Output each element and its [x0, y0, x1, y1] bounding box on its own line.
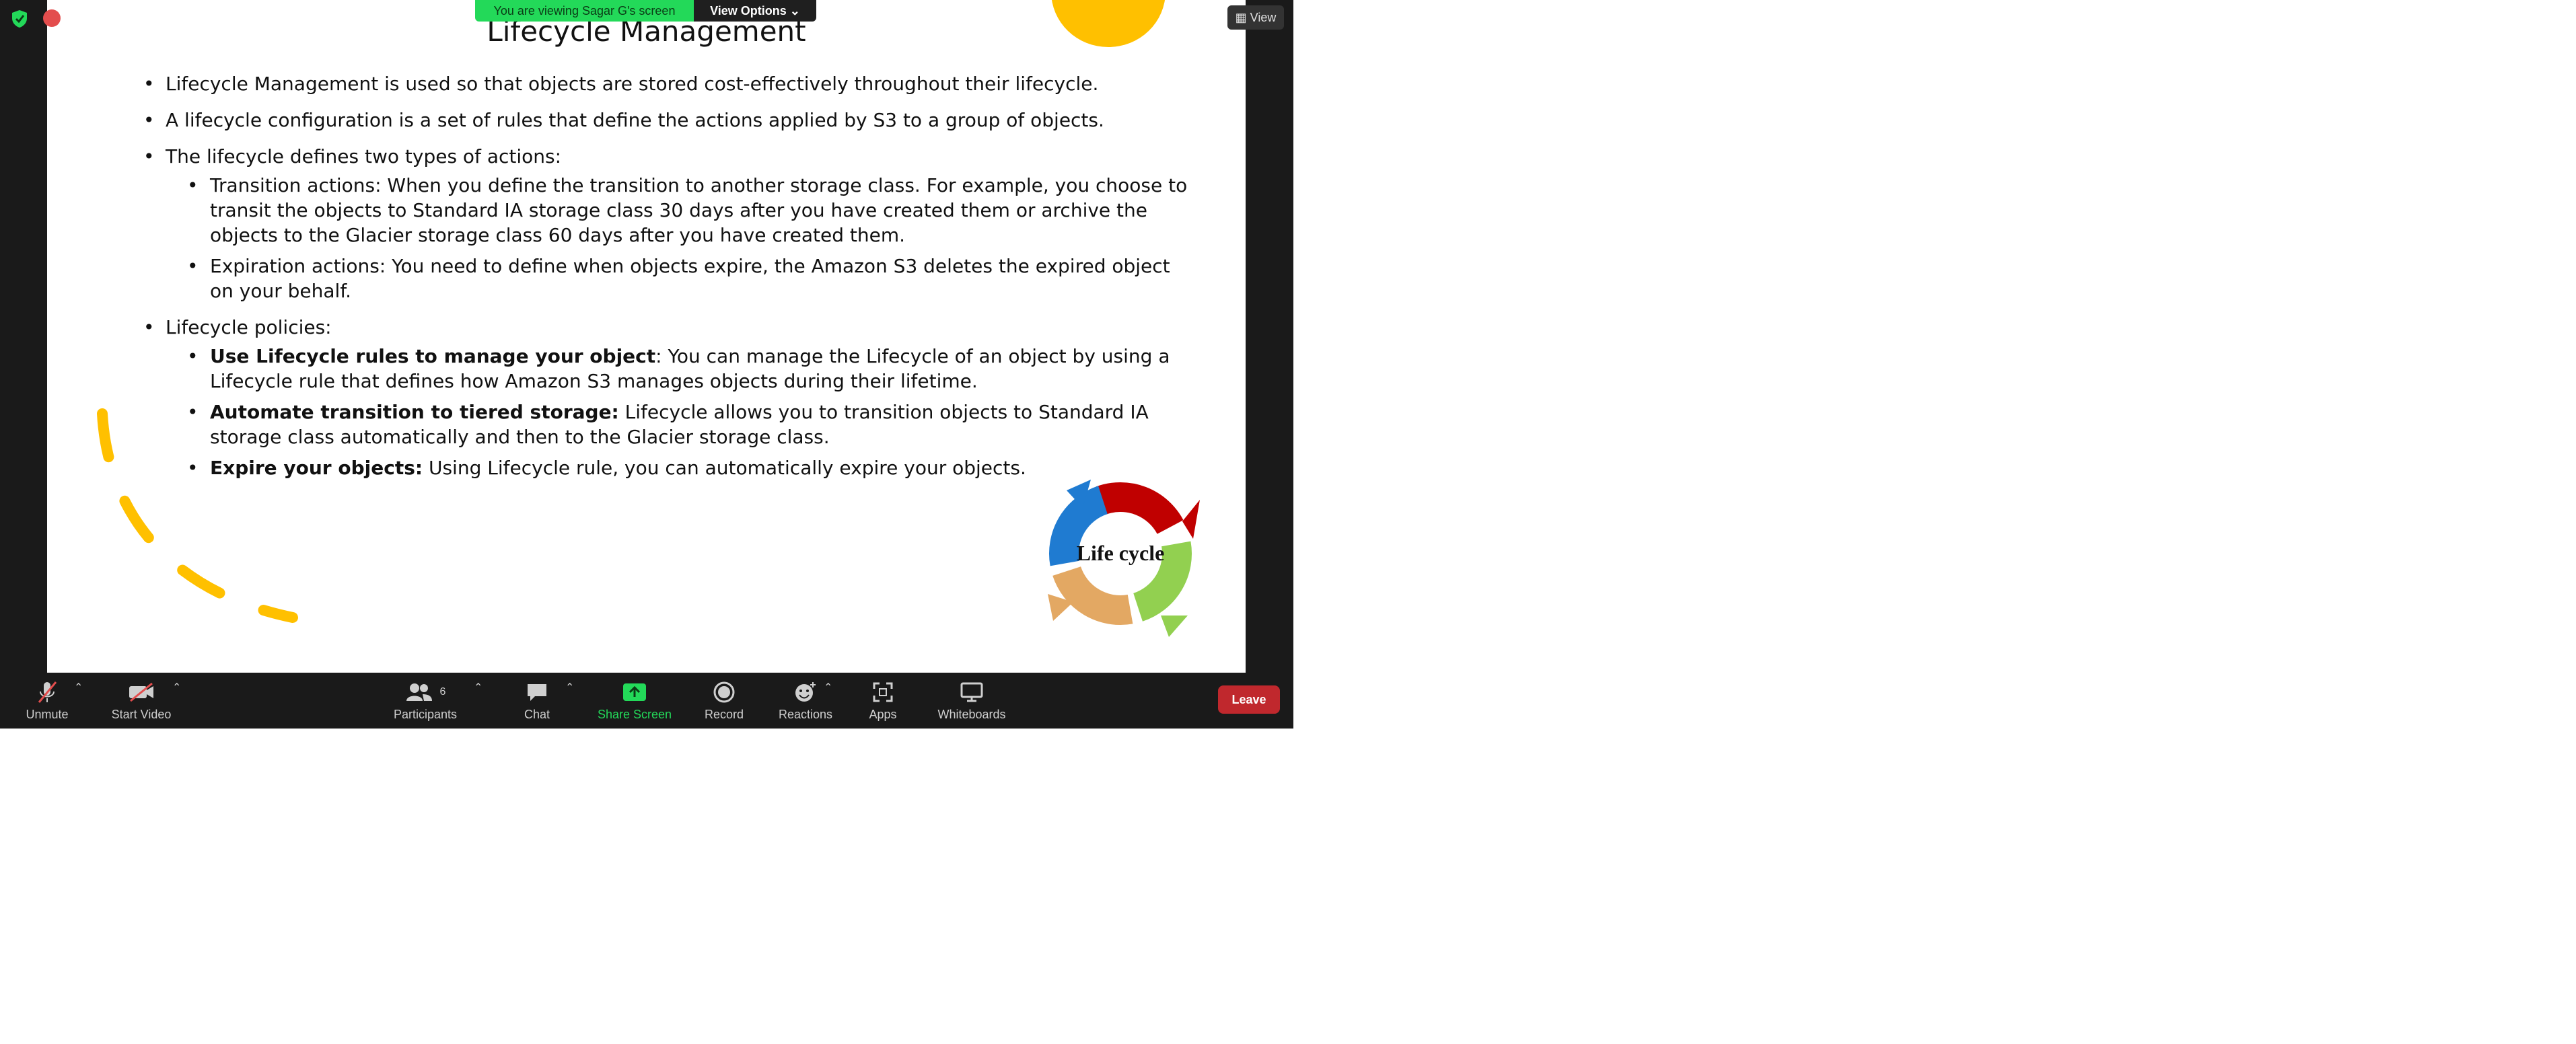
- encryption-shield-icon[interactable]: [11, 9, 28, 28]
- reactions-options-caret-icon[interactable]: ⌃: [824, 681, 832, 694]
- share-banner-message: You are viewing Sagar G's screen: [475, 0, 694, 22]
- chat-label: Chat: [524, 708, 550, 721]
- leave-button[interactable]: Leave: [1218, 685, 1280, 714]
- audio-options-caret-icon[interactable]: ⌃: [74, 681, 83, 694]
- share-screen-button[interactable]: Share Screen: [595, 679, 674, 722]
- video-options-caret-icon[interactable]: ⌃: [172, 681, 181, 694]
- cycle-label: Life cycle: [1077, 541, 1165, 565]
- muted-microphone-icon: [19, 679, 75, 705]
- unmute-button[interactable]: Unmute: [19, 679, 75, 722]
- whiteboards-button[interactable]: Whiteboards: [933, 679, 1011, 722]
- whiteboard-icon: [933, 679, 1011, 705]
- start-video-label: Start Video: [111, 708, 172, 721]
- bullet-text: The lifecycle defines two types of actio…: [166, 145, 562, 167]
- view-button[interactable]: ▦ View: [1227, 5, 1284, 30]
- chat-icon: [518, 679, 556, 705]
- sub-bullet: Transition actions: When you define the …: [187, 173, 1194, 248]
- sub-bullet: Use Lifecycle rules to manage your objec…: [187, 344, 1194, 394]
- whiteboards-label: Whiteboards: [937, 708, 1006, 721]
- zoom-meeting-window: Lifecycle Management Lifecycle Managemen…: [0, 0, 1293, 729]
- record-icon: [700, 679, 748, 705]
- share-screen-icon: [595, 679, 674, 705]
- participants-options-caret-icon[interactable]: ⌃: [474, 681, 482, 694]
- meeting-toolbar: Unmute ⌃ Start Video ⌃ 6 Participants ⌃ …: [0, 673, 1293, 729]
- shared-slide: Lifecycle Management Lifecycle Managemen…: [47, 0, 1246, 673]
- sub-bullet-bold: Expire your objects:: [210, 457, 423, 479]
- bullet: Lifecycle Management is used so that obj…: [143, 71, 1194, 96]
- recording-indicator-icon: [43, 9, 61, 27]
- bullet: Lifecycle policies: Use Lifecycle rules …: [143, 315, 1194, 480]
- share-screen-label: Share Screen: [597, 708, 672, 721]
- record-button[interactable]: Record: [700, 679, 748, 722]
- reactions-label: Reactions: [778, 708, 833, 721]
- sub-bullet-text: Using Lifecycle rule, you can automatica…: [423, 457, 1026, 479]
- chat-options-caret-icon[interactable]: ⌃: [565, 681, 574, 694]
- start-video-button[interactable]: Start Video: [101, 679, 182, 722]
- participants-icon: [406, 683, 432, 701]
- sub-bullet: Automate transition to tiered storage: L…: [187, 400, 1194, 449]
- screen-share-banner: You are viewing Sagar G's screen View Op…: [475, 0, 816, 22]
- sub-bullet-bold: Use Lifecycle rules to manage your objec…: [210, 345, 656, 367]
- view-button-label: View: [1250, 11, 1277, 24]
- participants-button[interactable]: 6 Participants: [390, 679, 460, 722]
- bullet-text: Lifecycle policies:: [166, 316, 332, 338]
- apps-icon: [865, 679, 900, 705]
- video-off-icon: [101, 679, 182, 705]
- sub-bullet: Expiration actions: You need to define w…: [187, 254, 1194, 303]
- participants-label: Participants: [393, 708, 458, 721]
- view-options-button[interactable]: View Options ⌄: [694, 0, 816, 22]
- slide-bullets: Lifecycle Management is used so that obj…: [143, 71, 1194, 492]
- sub-bullet-bold: Automate transition to tiered storage:: [210, 401, 619, 423]
- apps-label: Apps: [869, 708, 897, 721]
- unmute-label: Unmute: [26, 708, 69, 721]
- apps-button[interactable]: Apps: [865, 679, 900, 722]
- chat-button[interactable]: Chat: [518, 679, 556, 722]
- participants-count: 6: [439, 686, 446, 698]
- lifecycle-diagram: Life cycle: [1048, 480, 1200, 637]
- bullet: The lifecycle defines two types of actio…: [143, 144, 1194, 303]
- record-label: Record: [704, 708, 744, 721]
- bullet: A lifecycle configuration is a set of ru…: [143, 108, 1194, 133]
